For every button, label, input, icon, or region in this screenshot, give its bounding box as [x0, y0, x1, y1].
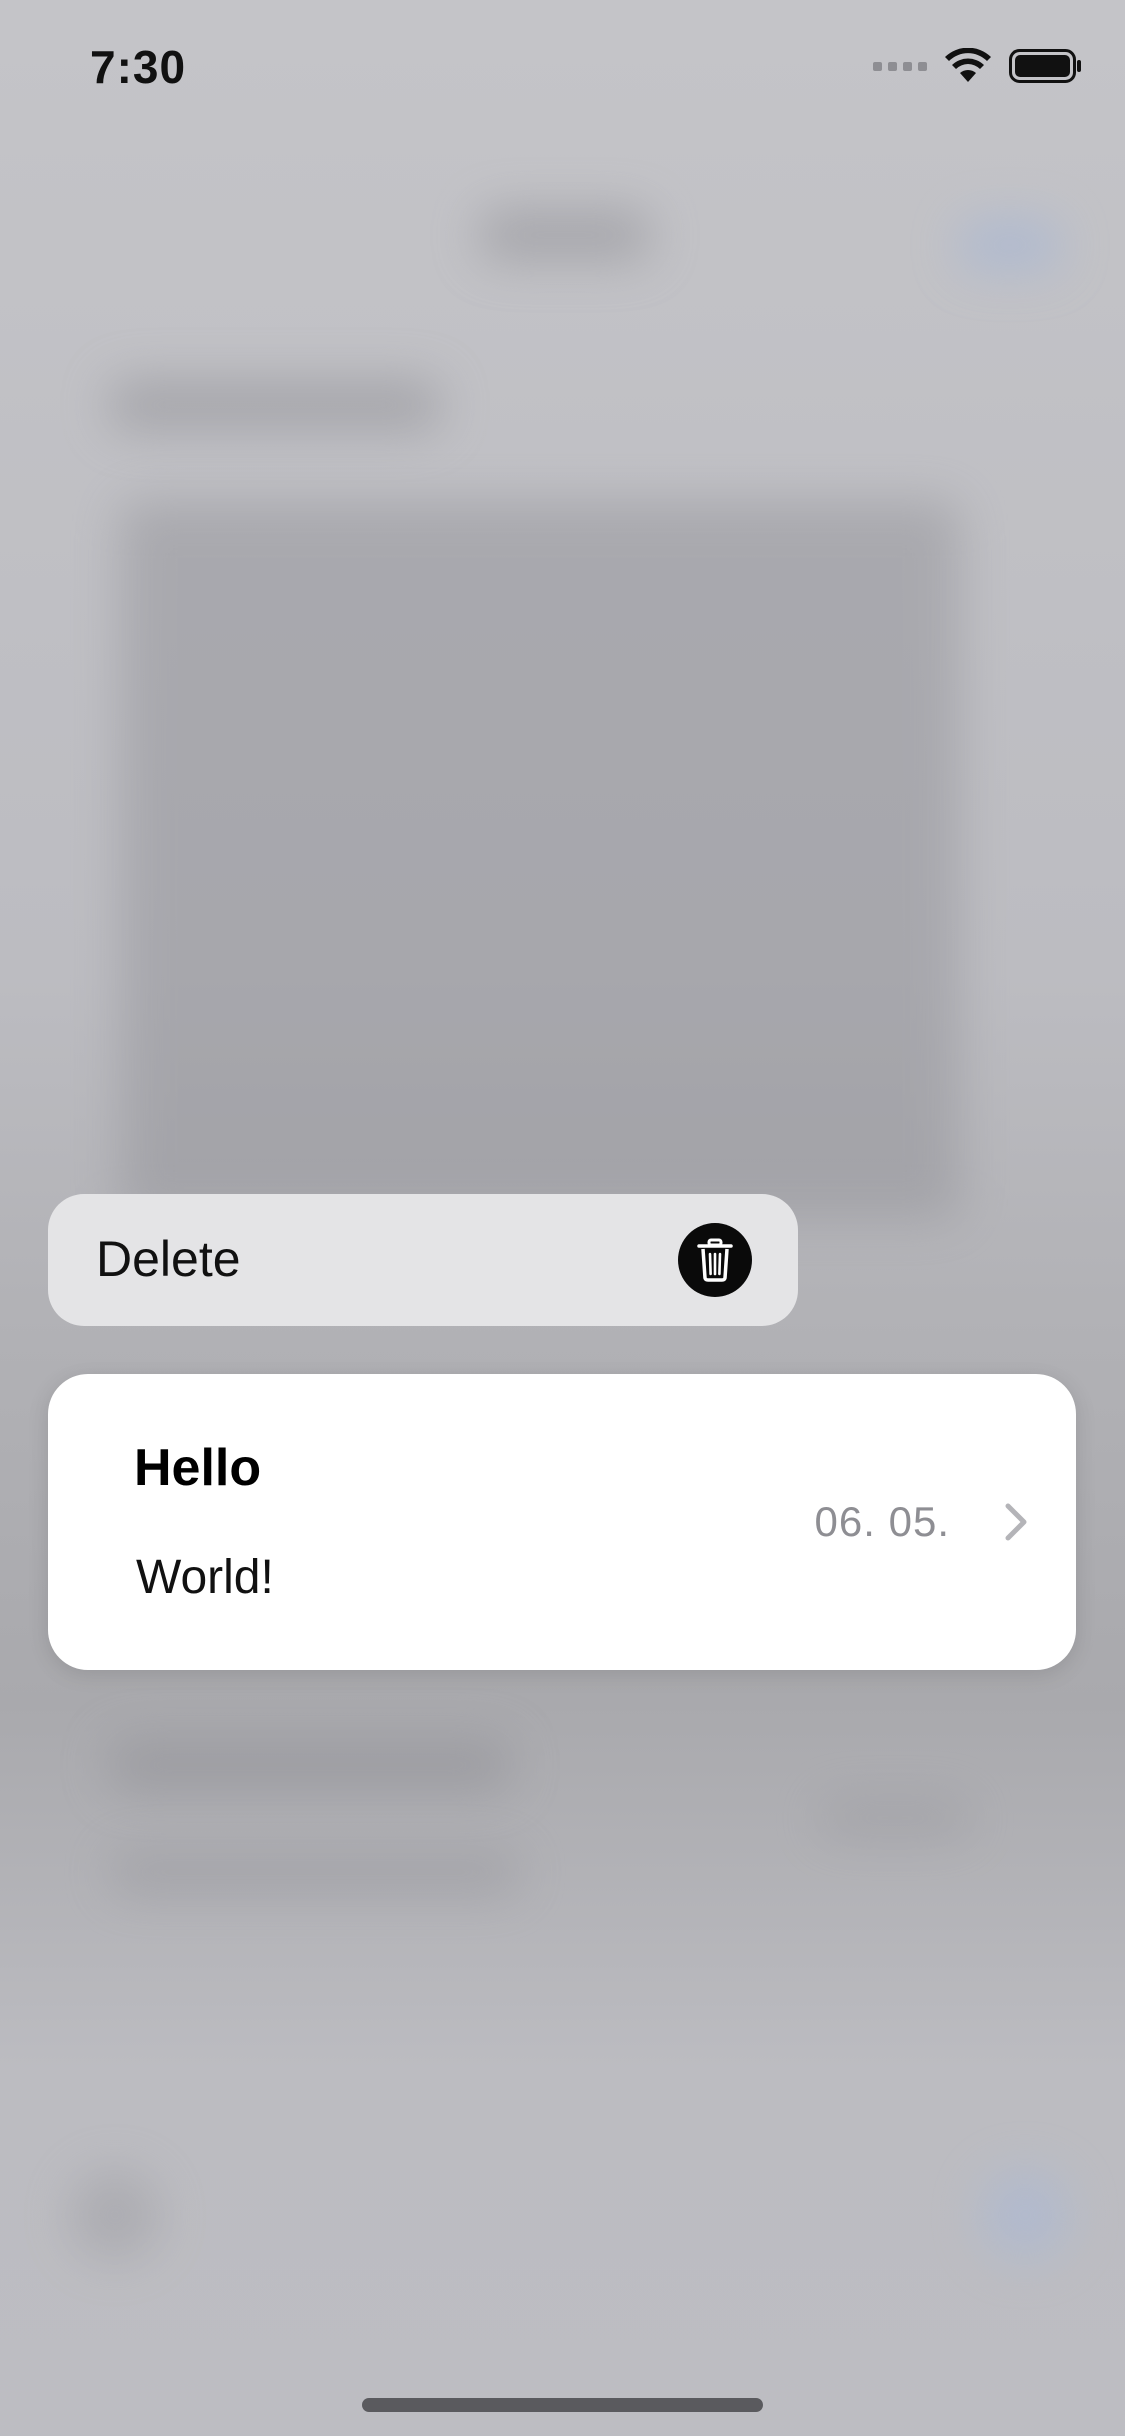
- blurred-nav-button: [960, 220, 1060, 270]
- delete-label: Delete: [96, 1231, 241, 1287]
- blurred-list-date: [820, 1800, 970, 1836]
- status-time: 7:30: [90, 41, 187, 93]
- note-preview-card[interactable]: Hello World! 06. 05.: [48, 1374, 1076, 1670]
- wifi-icon: [945, 48, 991, 82]
- blurred-note-title: [110, 380, 440, 430]
- chevron-right-icon: [1005, 1503, 1027, 1541]
- blurred-toolbar-left: [70, 2170, 160, 2260]
- status-icons: [873, 48, 1083, 84]
- delete-action[interactable]: Delete: [48, 1194, 798, 1326]
- blurred-toolbar-right: [980, 2170, 1070, 2260]
- blurred-note-content: [120, 500, 960, 1220]
- note-date: 06. 05.: [814, 1498, 950, 1545]
- blurred-list-title: [110, 1740, 510, 1790]
- note-body: World!: [136, 1551, 274, 1604]
- trash-icon: [678, 1223, 752, 1297]
- battery-icon: [1009, 49, 1081, 83]
- status-bar: 7:30: [0, 0, 1125, 140]
- blurred-nav-title: [480, 210, 650, 260]
- home-indicator[interactable]: [362, 2398, 763, 2412]
- blurred-list-subtitle: [110, 1850, 520, 1894]
- signal-icon: [873, 61, 927, 71]
- note-title: Hello: [134, 1439, 262, 1497]
